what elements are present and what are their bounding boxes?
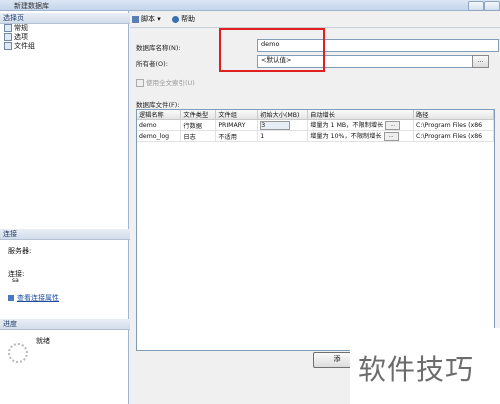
column-header[interactable]: 文件组 xyxy=(215,110,259,120)
table-row[interactable]: demo 行数据 PRIMARY 3 增量为 1 MB，不限制增长 ... C:… xyxy=(137,119,494,131)
size-input[interactable]: 3 xyxy=(260,120,291,130)
cell-file-type[interactable]: 日志 xyxy=(180,130,217,142)
cell-path[interactable]: C:\Program Files (x86 xyxy=(413,130,494,142)
page-icon xyxy=(4,42,12,50)
db-files-label: 数据库文件(F): xyxy=(136,101,180,109)
column-header[interactable]: 文件类型 xyxy=(180,110,217,120)
cell-path[interactable]: C:\Program Files (x86 xyxy=(413,119,494,131)
cell-initial-size[interactable]: 3 xyxy=(257,119,309,131)
owner-browse-button[interactable]: ... xyxy=(472,55,489,68)
cell-file-type[interactable]: 行数据 xyxy=(180,119,217,131)
cell-logical-name[interactable]: demo xyxy=(137,119,182,131)
progress-status: 就绪 xyxy=(36,337,50,345)
autogrowth-browse-button[interactable]: ... xyxy=(385,120,401,130)
cell-filegroup[interactable]: 不适用 xyxy=(215,130,259,142)
properties-icon xyxy=(8,295,14,301)
progress-header: 进度 xyxy=(0,319,131,330)
cell-filegroup[interactable]: PRIMARY xyxy=(215,119,259,131)
fulltext-checkbox[interactable] xyxy=(136,79,144,87)
close-button[interactable] xyxy=(484,1,500,11)
help-icon xyxy=(172,15,179,23)
db-files-grid[interactable]: 逻辑名称 文件类型 文件组 初始大小(MB) 自动增长 路径 demo 行数据 … xyxy=(136,109,495,351)
view-connection-properties[interactable]: 查看连接属性 xyxy=(8,293,59,303)
table-header-row: 逻辑名称 文件类型 文件组 初始大小(MB) 自动增长 路径 xyxy=(137,110,494,120)
help-button[interactable]: 帮助 xyxy=(172,14,195,24)
fulltext-option[interactable]: 使用全文索引(U) xyxy=(136,77,195,87)
window-title: 新建数据库 xyxy=(14,2,49,10)
toolbar: 脚本 ▾ 帮助 xyxy=(130,11,500,28)
page-icon xyxy=(4,33,12,41)
column-header[interactable]: 逻辑名称 xyxy=(137,110,182,120)
progress-spinner-icon xyxy=(8,343,28,363)
column-header[interactable]: 路径 xyxy=(413,110,494,120)
sidebar-item-filegroups[interactable]: 文件组 xyxy=(4,42,35,51)
watermark: 软件技巧 xyxy=(350,328,500,404)
select-page-header: 选择页 xyxy=(0,13,131,24)
minimize-button[interactable] xyxy=(468,1,484,11)
autogrowth-browse-button[interactable]: ... xyxy=(383,131,399,141)
script-button[interactable]: 脚本 ▾ xyxy=(132,14,161,24)
owner-label: 所有者(O): xyxy=(136,60,168,68)
connection-header: 连接 xyxy=(0,229,131,240)
server-label: 服务器: xyxy=(8,247,32,255)
cell-initial-size[interactable]: 1 xyxy=(257,130,309,142)
column-header[interactable]: 自动增长 xyxy=(307,110,415,120)
sidebar-item-options[interactable]: 选项 xyxy=(4,33,28,42)
title-bar: 新建数据库 xyxy=(0,0,500,11)
watermark-text: 软件技巧 xyxy=(358,353,475,386)
script-icon xyxy=(132,15,139,23)
page-icon xyxy=(4,24,12,32)
cell-autogrowth[interactable]: 增量为 1 MB，不限制增长 ... xyxy=(307,119,415,131)
sidebar-item-general[interactable]: 常规 xyxy=(4,24,28,33)
cell-autogrowth[interactable]: 增量为 10%，不限制增长 ... xyxy=(307,130,415,142)
connection-value: sa xyxy=(12,277,19,284)
db-name-label: 数据库名称(N): xyxy=(136,44,181,52)
highlight-box xyxy=(219,28,325,72)
table-row[interactable]: demo_log 日志 不适用 1 增量为 10%，不限制增长 ... C:\P… xyxy=(137,130,494,142)
left-panel: 选择页 常规 选项 文件组 连接 服务器: 连接: sa 查看连接属性 进度 就… xyxy=(0,11,131,404)
cell-logical-name[interactable]: demo_log xyxy=(137,130,182,142)
column-header[interactable]: 初始大小(MB) xyxy=(257,110,309,120)
db-files-table: 逻辑名称 文件类型 文件组 初始大小(MB) 自动增长 路径 demo 行数据 … xyxy=(137,110,494,142)
